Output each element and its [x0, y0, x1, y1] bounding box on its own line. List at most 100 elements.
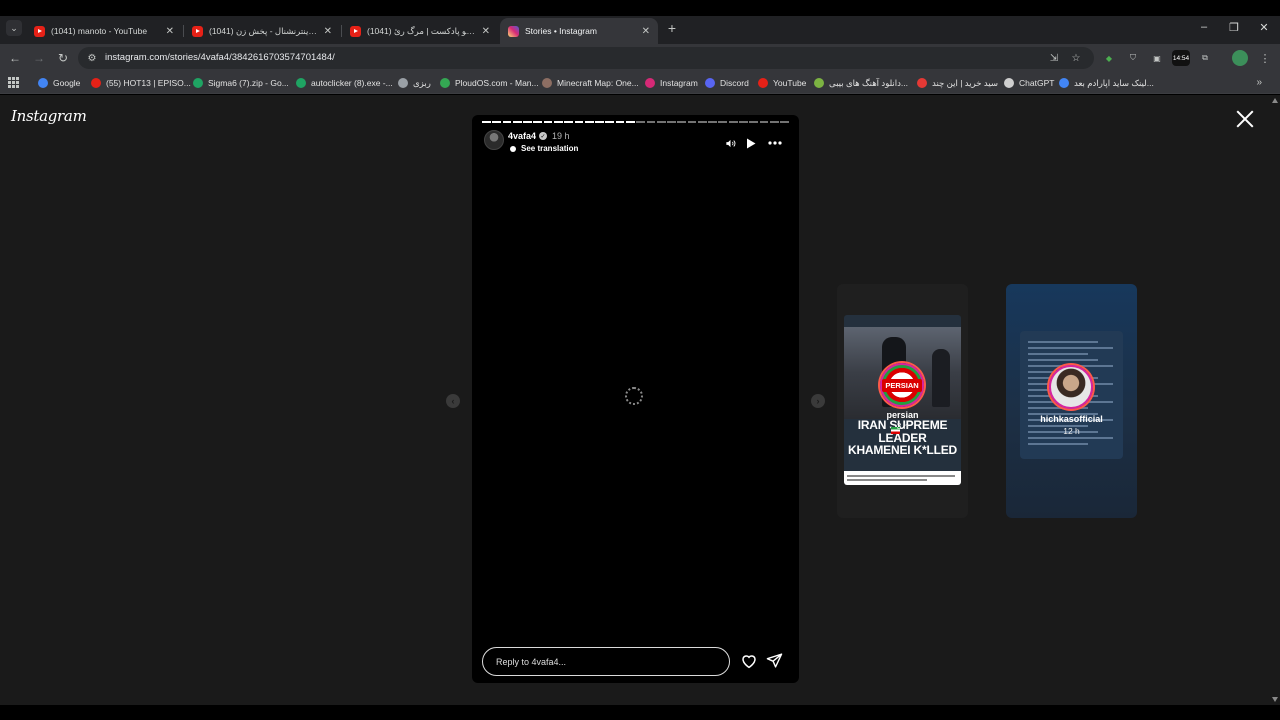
apps-grid-icon[interactable]: [8, 77, 19, 88]
progress-segment: [677, 121, 687, 123]
site-info-icon[interactable]: ⚙: [86, 52, 98, 64]
bookmark-item[interactable]: ChatGPT: [1004, 76, 1054, 90]
bookmark-label: YouTube: [773, 78, 807, 88]
bookmark-favicon-icon: [705, 78, 715, 88]
bookmark-label: PloudOS.com - Man...: [455, 78, 539, 88]
story-preview-persian[interactable]: IRAN SUPREME LEADER KHAMENEI K*LLED PERS…: [837, 284, 968, 518]
bookmark-item[interactable]: دانلود آهنگ های بیبی...: [814, 76, 908, 90]
page-scrollbar[interactable]: [1270, 95, 1280, 705]
restore-button[interactable]: ❐: [1227, 21, 1241, 34]
tab-instagram-stories[interactable]: Stories • Instagram ✕: [500, 18, 658, 44]
bookmark-item[interactable]: Sigma6 (7).zip - Go...: [193, 76, 289, 90]
progress-segment: [667, 121, 676, 123]
progress-segment: [656, 121, 666, 123]
tab-title: Stories • Instagram: [525, 26, 597, 36]
clock-extension[interactable]: 14:54: [1172, 50, 1190, 66]
previous-story-button[interactable]: ‹: [446, 394, 460, 408]
extension-leaf-icon[interactable]: ◆: [1101, 50, 1117, 66]
tab-manoto-podcast[interactable]: (1041) من‌وتو پادکست | مرگ رئ... ✕: [342, 18, 498, 44]
browser-menu-icon[interactable]: ⋮: [1257, 50, 1273, 66]
progress-segment: [708, 121, 717, 123]
avatar[interactable]: [484, 130, 504, 150]
bookmark-item[interactable]: YouTube: [758, 76, 806, 90]
bookmarks-overflow-icon[interactable]: »: [1256, 77, 1262, 88]
close-stories-button[interactable]: [1235, 109, 1255, 129]
progress-segment: [636, 121, 645, 123]
bookmark-star-icon[interactable]: ☆: [1069, 51, 1083, 65]
back-button[interactable]: ←: [7, 50, 23, 66]
bookmark-item[interactable]: لینک ساید اپارادم بعد...: [1059, 76, 1154, 90]
close-icon[interactable]: ✕: [166, 26, 174, 37]
extensions-puzzle-icon[interactable]: ⧉: [1197, 50, 1213, 66]
instagram-logo[interactable]: Instagram: [11, 107, 87, 125]
scroll-up-icon[interactable]: [1272, 98, 1278, 103]
scroll-down-icon[interactable]: [1272, 697, 1278, 702]
text-line: [1028, 437, 1113, 439]
bookmark-item[interactable]: سید خرید | این چند: [917, 76, 998, 90]
share-button[interactable]: [766, 652, 784, 670]
next-story-button[interactable]: ›: [811, 394, 825, 408]
minimize-button[interactable]: –: [1197, 21, 1211, 33]
progress-segment: [523, 121, 532, 123]
bookmark-item[interactable]: Minecraft Map: One...: [542, 76, 639, 90]
progress-segment: [769, 121, 779, 123]
install-app-icon[interactable]: ⇲: [1047, 51, 1061, 65]
bookmark-item[interactable]: Instagram: [645, 76, 698, 90]
text-line: [1028, 443, 1088, 445]
reload-button[interactable]: ↻: [55, 50, 71, 66]
progress-segment: [739, 121, 748, 123]
persian-badge: PERSIAN: [882, 378, 922, 392]
play-icon: [747, 138, 756, 148]
address-bar[interactable]: ⚙ instagram.com/stories/4vafa4/384261670…: [78, 47, 1094, 69]
bookmark-favicon-icon: [542, 78, 552, 88]
text-line: [1028, 347, 1113, 349]
heart-icon: [742, 655, 756, 669]
story-username[interactable]: 4vafa4: [508, 131, 536, 141]
progress-segment: [533, 121, 543, 123]
tab-manoto-youtube[interactable]: (1041) manoto - YouTube ✕: [26, 18, 182, 44]
progress-segment: [625, 121, 635, 123]
bookmark-favicon-icon: [1059, 78, 1069, 88]
bookmark-item[interactable]: PloudOS.com - Man...: [440, 76, 539, 90]
close-icon[interactable]: ✕: [324, 26, 332, 37]
tab-search-button[interactable]: ⌄: [6, 20, 22, 36]
bookmark-item[interactable]: ربزی: [398, 76, 431, 90]
close-icon[interactable]: ✕: [642, 26, 650, 37]
reply-input[interactable]: Reply to 4vafa4...: [482, 647, 730, 676]
active-story[interactable]: 4vafa4 ✓ 19 h See translation Reply to 4…: [472, 115, 799, 683]
arrow-right-icon: →: [33, 51, 45, 65]
extension-briefcase-icon[interactable]: ▣: [1149, 50, 1165, 66]
profile-avatar[interactable]: [1232, 50, 1248, 66]
forward-button[interactable]: →: [31, 50, 47, 66]
bottom-bezel: [0, 705, 1280, 720]
bookmark-item[interactable]: Google: [38, 76, 80, 90]
bookmark-label: autoclicker (8).exe -...: [311, 78, 393, 88]
bookmark-favicon-icon: [193, 78, 203, 88]
bookmark-label: Minecraft Map: One...: [557, 78, 639, 88]
progress-segment: [615, 121, 625, 123]
bookmark-label: دانلود آهنگ های بیبی...: [829, 77, 909, 88]
close-icon[interactable]: ✕: [482, 26, 490, 37]
like-button[interactable]: [740, 652, 758, 670]
extension-shield-icon[interactable]: ⛉: [1125, 50, 1141, 66]
bookmark-item[interactable]: Discord: [705, 76, 749, 90]
youtube-icon: [34, 25, 45, 37]
bookmark-item[interactable]: autoclicker (8).exe -...: [296, 76, 393, 90]
story-preview-hichkasofficial[interactable]: hichkasofficial 12 h: [1006, 284, 1137, 518]
bookmark-item[interactable]: (55) HOT13 | EPISO...: [91, 76, 191, 90]
new-tab-button[interactable]: +: [664, 20, 680, 36]
avatar: PERSIAN: [880, 363, 924, 407]
play-button[interactable]: [744, 136, 758, 150]
close-window-button[interactable]: ✕: [1257, 21, 1271, 34]
text-line: [1028, 359, 1098, 361]
bookmark-favicon-icon: [91, 78, 101, 88]
preview-username: persian: [886, 410, 919, 420]
url-text[interactable]: instagram.com/stories/4vafa4/38426167035…: [105, 52, 335, 63]
progress-segment: [759, 121, 769, 123]
progress-segment: [595, 121, 604, 123]
story-options-button[interactable]: [767, 136, 783, 150]
translate-icon: [510, 145, 516, 152]
tab-iran-international[interactable]: (1041) ایران اینترنشنال - پخش زن... ✕: [184, 18, 340, 44]
see-translation-link[interactable]: See translation: [510, 144, 578, 153]
mute-button[interactable]: [723, 136, 737, 150]
